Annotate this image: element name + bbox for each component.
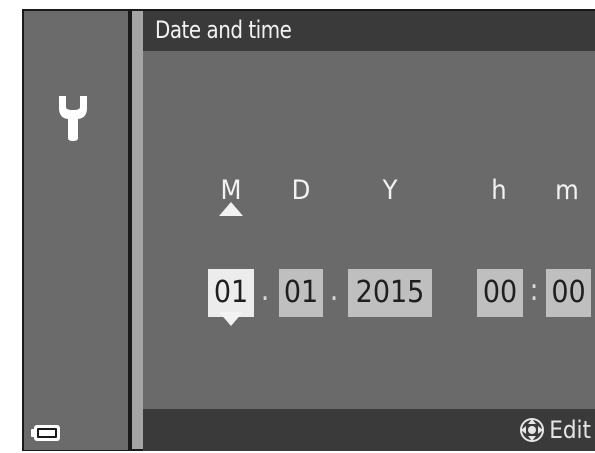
menu-accent-bar: [132, 11, 143, 449]
day-field[interactable]: 01: [279, 269, 323, 317]
sidebar: [24, 11, 128, 450]
edit-hint: Edit: [519, 416, 591, 444]
hour-column-label: h: [491, 175, 507, 206]
year-column-label: Y: [382, 175, 398, 206]
date-separator: .: [260, 273, 270, 308]
year-field[interactable]: 2015: [348, 269, 432, 317]
hour-field[interactable]: 00: [477, 269, 523, 317]
multi-selector-icon: [520, 418, 545, 442]
minute-column-label: m: [555, 175, 579, 206]
month-field[interactable]: 01: [208, 269, 254, 317]
decrease-arrow-icon[interactable]: [219, 312, 243, 326]
day-column-label: D: [291, 175, 311, 206]
battery-icon: [31, 425, 60, 441]
page-title: Date and time: [155, 16, 292, 44]
header-bar: Date and time: [143, 11, 595, 51]
increase-arrow-icon[interactable]: [219, 202, 243, 216]
minute-field[interactable]: 00: [546, 269, 591, 317]
footer-bar: Edit: [143, 409, 595, 451]
date-time-panel: M D Y h m 01 . 01 . 2015 00 : 00: [143, 51, 595, 409]
camera-screen: Date and time M D Y h m 01 . 01 . 2015 0…: [22, 9, 595, 451]
edit-label: Edit: [549, 416, 591, 444]
date-separator: .: [329, 273, 339, 308]
time-separator: :: [529, 273, 539, 308]
wrench-icon: [59, 96, 87, 141]
